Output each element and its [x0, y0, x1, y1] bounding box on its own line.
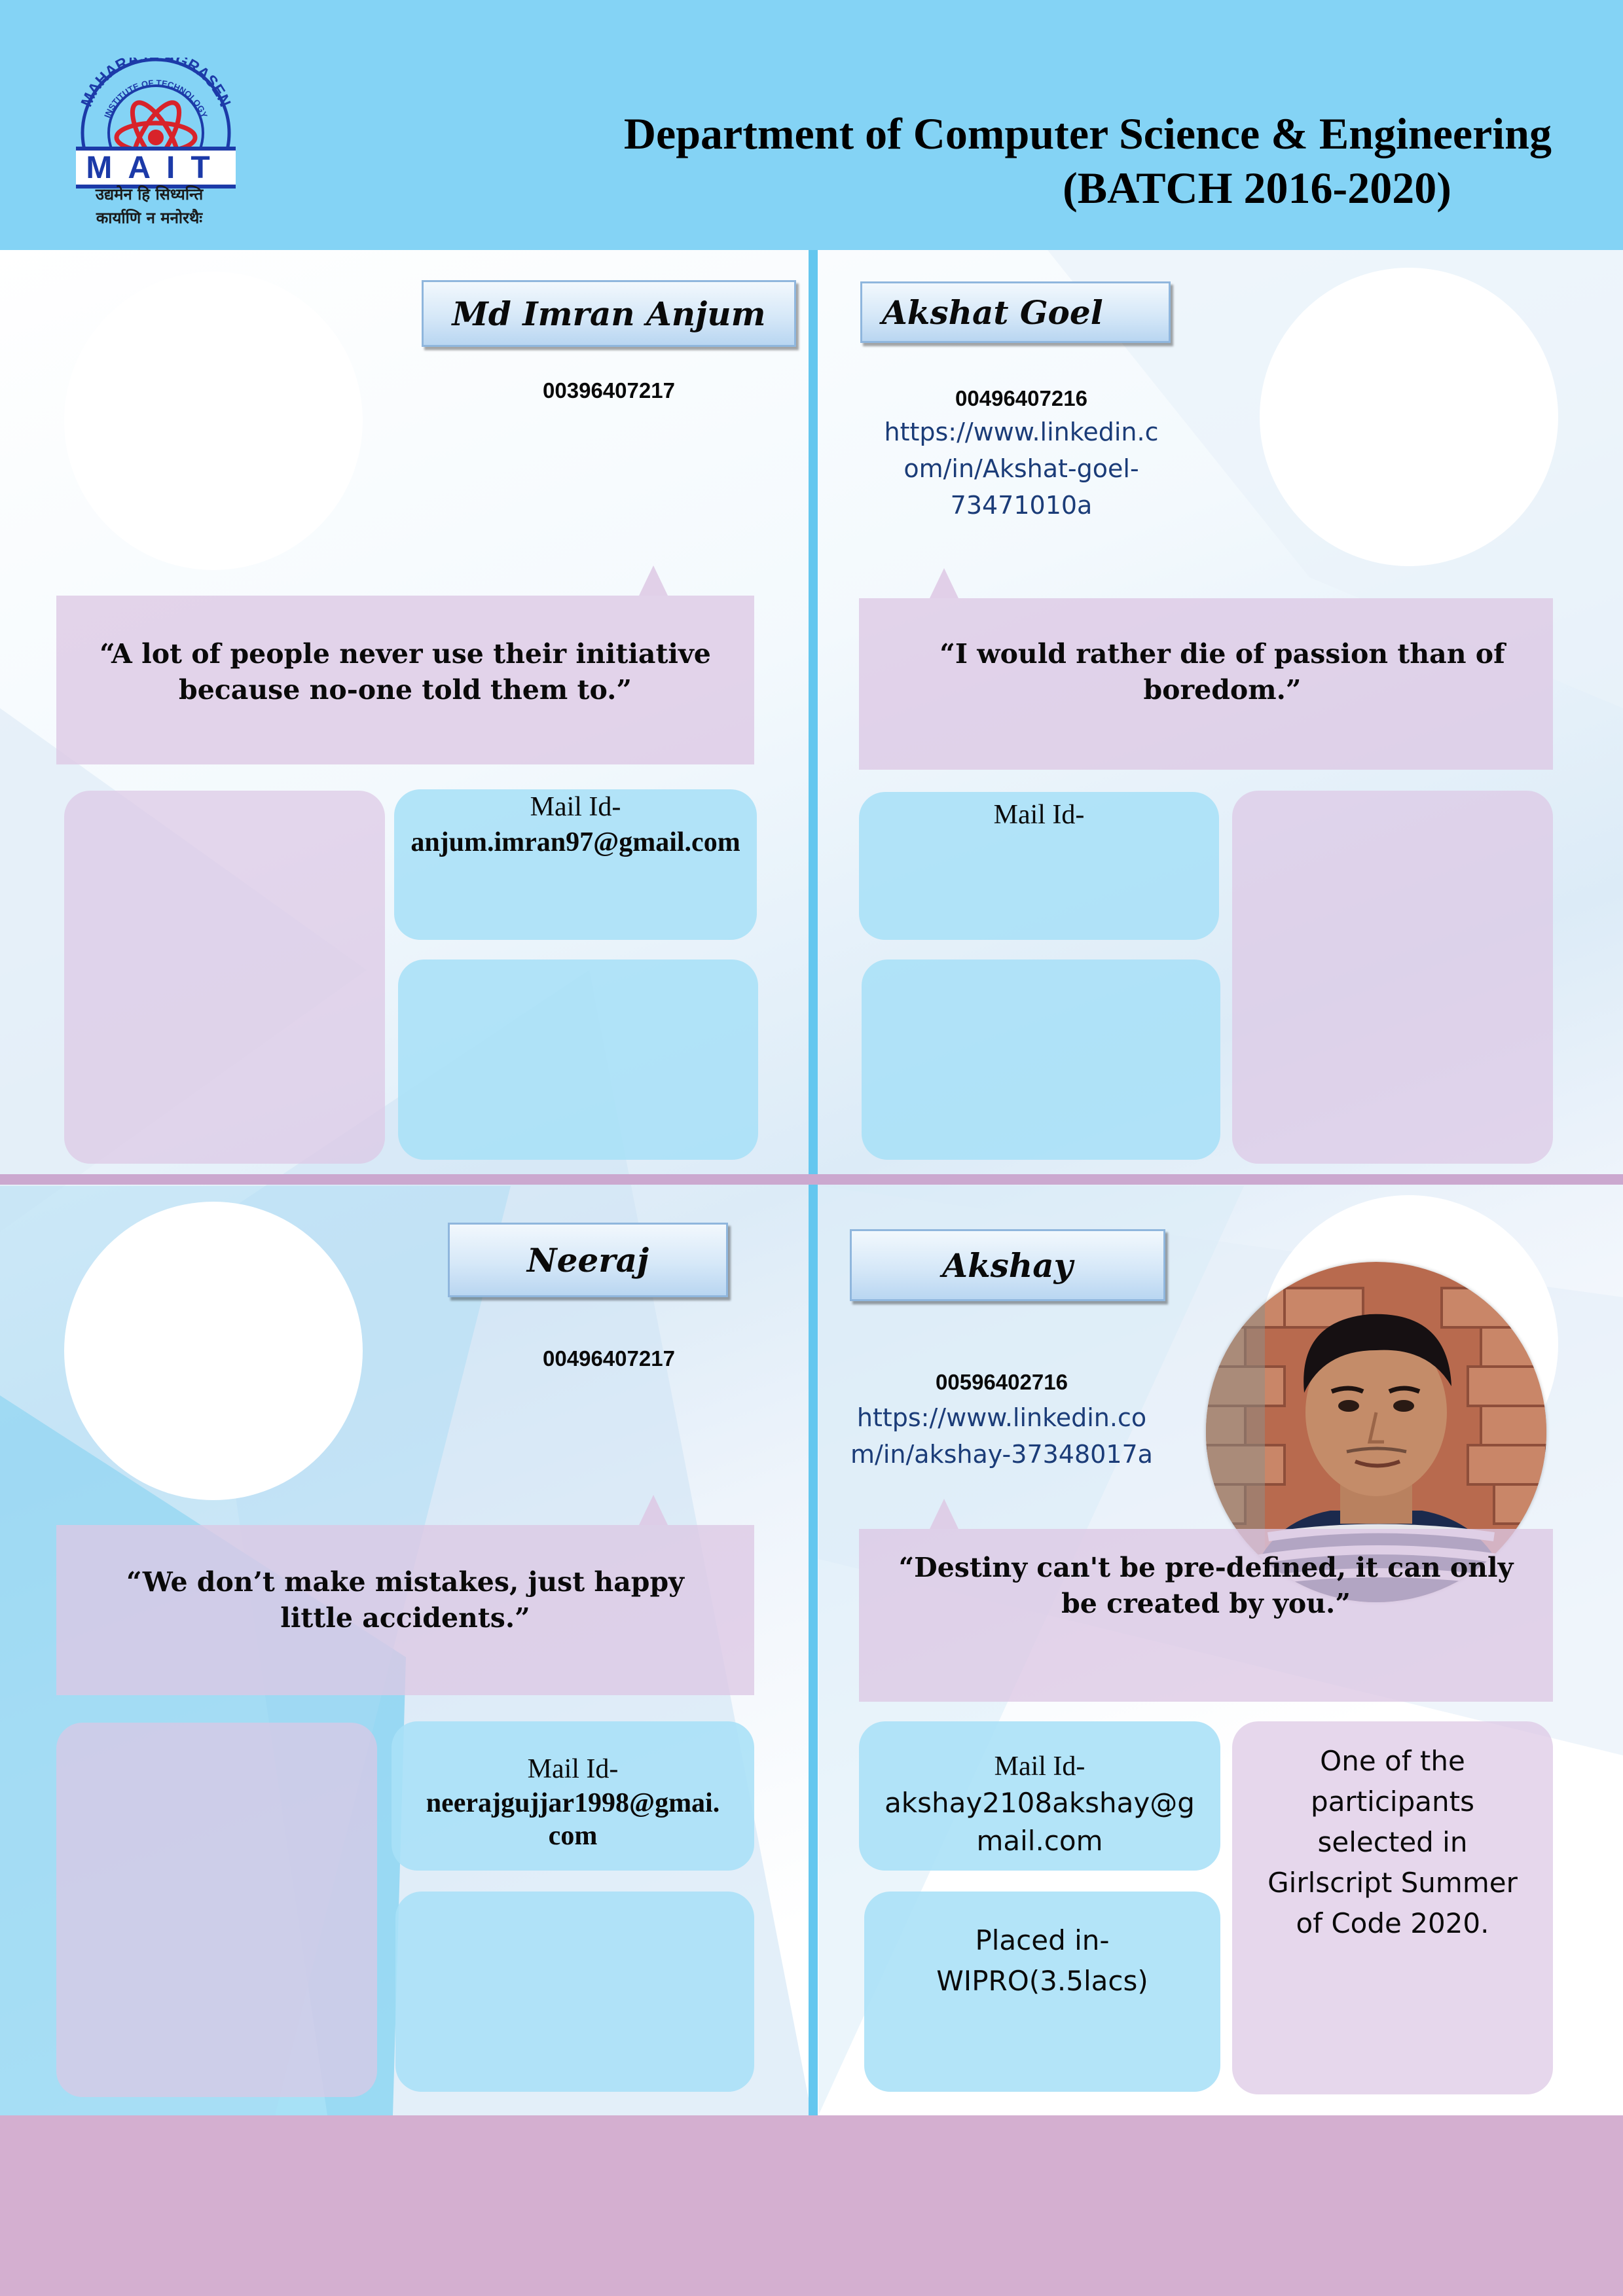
photo-placeholder-1 — [64, 272, 363, 570]
mail-label-3: Mail Id- — [527, 1754, 619, 1784]
mail-box-1: Mail Id- anjum.imran97@gmail.com — [394, 789, 757, 940]
mail-id-1: anjum.imran97@gmail.com — [394, 825, 757, 860]
linkedin-link-4[interactable]: https://www.linkedin.co m/in/akshay-3734… — [838, 1399, 1165, 1473]
linkedin-link-2[interactable]: https://www.linkedin.c om/in/Akshat-goel… — [858, 414, 1185, 524]
quote-pointer-2 — [930, 568, 958, 598]
quote-pointer-4 — [930, 1499, 958, 1529]
quote-pointer-1 — [639, 565, 668, 596]
mail-box-2: Mail Id- — [859, 792, 1219, 940]
roll-number-2: 00496407216 — [955, 386, 1087, 410]
info-box-blue-2 — [862, 960, 1220, 1160]
quote-box-4: “Destiny can't be pre-defined, it can on… — [859, 1529, 1553, 1702]
mail-id-4b[interactable]: mail.com — [859, 1822, 1220, 1860]
placed-label-4: Placed in- — [975, 1924, 1110, 1956]
mail-label-4: Mail Id- — [994, 1751, 1085, 1782]
achievement-text-4: One of the participants selected in Girlscr… — [1232, 1741, 1553, 1944]
student-name-2: Akshat Goel — [860, 281, 1171, 343]
student-name-3: Neeraj — [448, 1223, 728, 1297]
placed-company-4: WIPRO(3.5lacs) — [936, 1965, 1148, 1997]
mail-box-4: Mail Id- akshay2108akshay@g mail.com — [859, 1721, 1220, 1871]
info-box-blue-3 — [395, 1892, 754, 2092]
roll-number-3: 00496407217 — [543, 1346, 675, 1371]
batch-title: (BATCH 2016-2020) — [1063, 163, 1451, 213]
quote-line-2b: boredom.” — [1143, 674, 1302, 706]
photo-placeholder-2 — [1260, 268, 1558, 566]
placement-box-4: Placed in- WIPRO(3.5lacs) — [864, 1892, 1220, 2092]
quote-line-4a: “Destiny can't be pre-defined, it can on… — [898, 1552, 1514, 1583]
department-title: Department of Computer Science & Enginee… — [623, 109, 1552, 158]
quote-line-3b: little accidents.” — [280, 1602, 530, 1634]
mail-label-2: Mail Id- — [993, 800, 1085, 830]
quote-line-2a: “I would rather die of passion than of — [939, 638, 1505, 670]
achievement-box-4: One of the participants selected in Girlscr… — [1232, 1721, 1553, 2094]
footer-band — [0, 2115, 1623, 2296]
info-box-pink-3 — [56, 1723, 377, 2097]
logo-motto-line1: उद्यमेन हि सिध्यन्ति — [95, 185, 204, 204]
achievement-line-1: One of the — [1320, 1745, 1465, 1777]
student-name-1: Md Imran Anjum — [422, 280, 796, 347]
info-box-pink-2 — [1232, 791, 1553, 1164]
info-box-pink-1 — [64, 791, 385, 1164]
quote-pointer-3 — [639, 1495, 668, 1525]
logo-motto-line2: कार्याणि न मनोरथैः — [96, 209, 203, 227]
quote-box-1: “A lot of people never use their initiat… — [56, 596, 754, 764]
mail-box-3: Mail Id- neerajgujjar1998@gmai. com — [392, 1721, 754, 1871]
mail-id-3: neerajgujjar1998@gmai. com — [392, 1787, 754, 1852]
college-logo: MAHARAJA AGRASEN INSTITUTE OF TECHNOLOGY… — [71, 47, 241, 228]
achievement-line-3: selected in — [1317, 1826, 1468, 1858]
roll-number-4: 00596402716 — [936, 1370, 1068, 1394]
logo-acronym: MAIT — [86, 150, 226, 185]
achievement-line-5: of Code 2020. — [1296, 1907, 1489, 1939]
linkedin-line-4a[interactable]: https://www.linkedin.co — [838, 1399, 1165, 1436]
achievement-line-2: participants — [1311, 1785, 1474, 1818]
logo-acronym-bar: MAIT — [76, 147, 236, 188]
linkedin-line-2c[interactable]: 73471010a — [858, 487, 1185, 524]
quote-line-4b: be created by you.” — [1061, 1588, 1351, 1619]
linkedin-line-2b[interactable]: om/in/Akshat-goel- — [858, 450, 1185, 487]
quote-box-3: “We don’t make mistakes, just happy litt… — [56, 1525, 754, 1695]
mail-id-4a[interactable]: akshay2108akshay@g — [859, 1784, 1220, 1822]
info-box-blue-1 — [398, 960, 758, 1160]
student-name-4: Akshay — [850, 1229, 1165, 1301]
linkedin-line-2a[interactable]: https://www.linkedin.c — [858, 414, 1185, 450]
quote-line-1a: “A lot of people never use their initiat… — [100, 638, 711, 670]
achievement-line-4: Girlscript Summer — [1267, 1867, 1518, 1899]
mail-id-text-3b[interactable]: com — [549, 1821, 598, 1851]
linkedin-line-4b[interactable]: m/in/akshay-37348017a — [838, 1436, 1165, 1473]
roll-number-1: 00396407217 — [543, 378, 675, 403]
quote-line-1b: because no-one told them to.” — [179, 674, 632, 706]
photo-placeholder-3 — [64, 1202, 363, 1500]
header-banner: MAHARAJA AGRASEN INSTITUTE OF TECHNOLOGY… — [0, 0, 1623, 250]
quote-box-2: “I would rather die of passion than of b… — [859, 598, 1553, 770]
mail-id-text-1[interactable]: anjum.imran97@gmail.com — [410, 827, 740, 857]
horizontal-divider — [0, 1174, 1623, 1185]
quote-line-3a: “We don’t make mistakes, just happy — [126, 1566, 684, 1598]
mail-id-text-3a[interactable]: neerajgujjar1998@gmai. — [426, 1788, 720, 1818]
mail-label-1: Mail Id- — [530, 792, 621, 822]
